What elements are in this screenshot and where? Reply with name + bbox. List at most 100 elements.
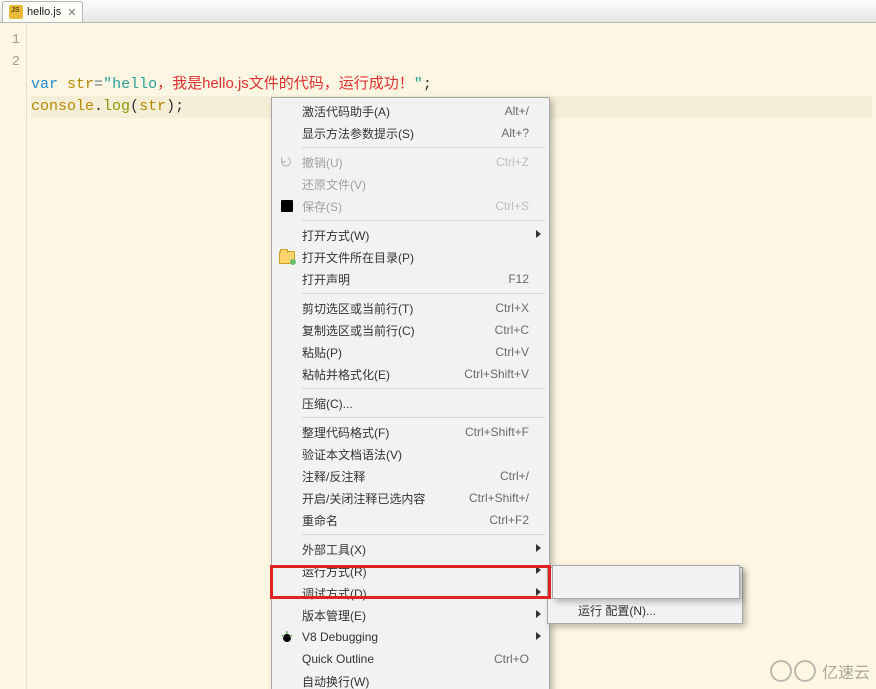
token-string: ": [103, 76, 112, 93]
menu-item-label: 运行 配置(N)...: [578, 602, 722, 619]
menu-save: 保存(S) Ctrl+S: [274, 195, 547, 217]
token-string: hello: [112, 76, 157, 93]
token-punc: ): [166, 98, 175, 115]
menu-version-control[interactable]: 版本管理(E): [274, 604, 547, 626]
menu-item-label: 开启/关闭注释已选内容: [302, 490, 469, 507]
menu-item-label: 打开声明: [302, 271, 508, 288]
menu-item-label: 重命名: [302, 512, 489, 529]
submenu-arrow-icon: [536, 610, 541, 618]
save-icon: [279, 198, 295, 214]
token-string: ": [414, 76, 423, 93]
menu-toggle-comment-selection[interactable]: 开启/关闭注释已选内容 Ctrl+Shift+/: [274, 487, 547, 509]
menu-item-shortcut: Ctrl+Shift+/: [469, 491, 529, 505]
menu-item-label: 复制选区或当前行(C): [302, 322, 495, 339]
menu-separator: [302, 417, 545, 418]
menu-item-label: 1 Node Application: [578, 574, 722, 588]
menu-separator: [302, 147, 545, 148]
context-menu: 激活代码助手(A) Alt+/ 显示方法参数提示(S) Alt+? 撤销(U) …: [271, 97, 550, 689]
menu-item-label: 剪切选区或当前行(T): [302, 300, 495, 317]
folder-icon: [279, 249, 295, 265]
submenu-arrow-icon: [536, 588, 541, 596]
undo-icon: [279, 155, 293, 169]
token-punc: ;: [423, 76, 432, 93]
token-op: =: [94, 76, 103, 93]
menu-item-label: 还原文件(V): [302, 176, 529, 193]
menu-item-shortcut: Ctrl+/: [500, 469, 529, 483]
menu-item-shortcut: Ctrl+X: [495, 301, 529, 315]
menu-activate-code-helper[interactable]: 激活代码助手(A) Alt+/: [274, 100, 547, 122]
token-string: ，我是hello.js文件的代码，运行成功！: [157, 75, 414, 92]
submenu-arrow-icon: [536, 632, 541, 640]
submenu-run-config[interactable]: 运行 配置(N)...: [550, 599, 740, 621]
editor-tabbar: hello.js ✕: [0, 0, 876, 23]
menu-validate[interactable]: 验证本文档语法(V): [274, 443, 547, 465]
menu-separator: [578, 595, 738, 596]
token-punc: (: [130, 98, 139, 115]
menu-item-shortcut: F12: [508, 272, 529, 286]
menu-item-label: 打开文件所在目录(P): [302, 249, 529, 266]
menu-open-with[interactable]: 打开方式(W): [274, 224, 547, 246]
menu-run-as[interactable]: 运行方式(R): [274, 560, 547, 582]
menu-item-shortcut: Ctrl+C: [495, 323, 529, 337]
token-keyword: var: [31, 76, 58, 93]
line-number-gutter: 1 2: [0, 23, 27, 689]
menu-separator: [302, 388, 545, 389]
menu-item-label: 显示方法参数提示(S): [302, 125, 501, 142]
menu-auto-wrap[interactable]: 自动换行(W): [274, 670, 547, 689]
menu-item-label: 调试方式(D): [302, 585, 529, 602]
js-file-icon: [9, 5, 23, 19]
menu-item-label: 版本管理(E): [302, 607, 529, 624]
menu-item-label: 打开方式(W): [302, 227, 529, 244]
token-method: log: [103, 98, 130, 115]
menu-paste[interactable]: 粘贴(P) Ctrl+V: [274, 341, 547, 363]
token-punc: .: [94, 98, 103, 115]
run-as-submenu: JS 1 Node Application 运行 配置(N)...: [547, 567, 743, 624]
node-icon: JS: [555, 573, 571, 589]
menu-item-label: 激活代码助手(A): [302, 103, 505, 120]
menu-item-shortcut: Ctrl+Z: [496, 155, 529, 169]
menu-debug-as[interactable]: 调试方式(D): [274, 582, 547, 604]
close-icon[interactable]: ✕: [67, 6, 76, 19]
menu-item-shortcut: Ctrl+O: [494, 652, 529, 666]
menu-item-shortcut: Alt+/: [505, 104, 529, 118]
menu-item-shortcut: Ctrl+V: [495, 345, 529, 359]
submenu-node-application[interactable]: JS 1 Node Application: [550, 570, 740, 592]
menu-quick-outline[interactable]: Quick Outline Ctrl+O: [274, 648, 547, 670]
menu-separator: [302, 220, 545, 221]
line-number: 2: [0, 51, 26, 73]
menu-copy[interactable]: 复制选区或当前行(C) Ctrl+C: [274, 319, 547, 341]
menu-item-shortcut: Alt+?: [501, 126, 529, 140]
menu-item-label: V8 Debugging: [302, 630, 529, 644]
menu-compress[interactable]: 压缩(C)...: [274, 392, 547, 414]
menu-undo: 撤销(U) Ctrl+Z: [274, 151, 547, 173]
menu-toggle-comment[interactable]: 注释/反注释 Ctrl+/: [274, 465, 547, 487]
menu-separator: [302, 293, 545, 294]
menu-item-label: 运行方式(R): [302, 563, 529, 580]
tab-hello-js[interactable]: hello.js ✕: [2, 1, 83, 22]
menu-open-declaration[interactable]: 打开声明 F12: [274, 268, 547, 290]
menu-item-label: 外部工具(X): [302, 541, 529, 558]
menu-item-label: 压缩(C)...: [302, 395, 529, 412]
menu-show-params[interactable]: 显示方法参数提示(S) Alt+?: [274, 122, 547, 144]
menu-item-shortcut: Ctrl+F2: [489, 513, 529, 527]
watermark-text: 亿速云: [822, 659, 870, 683]
submenu-arrow-icon: [536, 566, 541, 574]
token-ident: console: [31, 98, 94, 115]
menu-cut[interactable]: 剪切选区或当前行(T) Ctrl+X: [274, 297, 547, 319]
menu-paste-formatted[interactable]: 粘帖并格式化(E) Ctrl+Shift+V: [274, 363, 547, 385]
menu-external-tools[interactable]: 外部工具(X): [274, 538, 547, 560]
menu-item-label: 保存(S): [302, 198, 495, 215]
menu-rename[interactable]: 重命名 Ctrl+F2: [274, 509, 547, 531]
menu-item-label: 撤销(U): [302, 154, 496, 171]
menu-item-shortcut: Ctrl+S: [495, 199, 529, 213]
tab-label: hello.js: [27, 6, 61, 18]
menu-item-label: 注释/反注释: [302, 468, 500, 485]
menu-format-code[interactable]: 整理代码格式(F) Ctrl+Shift+F: [274, 421, 547, 443]
menu-v8-debugging[interactable]: V8 Debugging: [274, 626, 547, 648]
submenu-arrow-icon: [536, 230, 541, 238]
menu-open-folder[interactable]: 打开文件所在目录(P): [274, 246, 547, 268]
watermark-logo-icon: [770, 660, 816, 682]
menu-item-label: 粘帖并格式化(E): [302, 366, 464, 383]
menu-item-shortcut: Ctrl+Shift+F: [465, 425, 529, 439]
watermark: 亿速云: [770, 659, 870, 683]
